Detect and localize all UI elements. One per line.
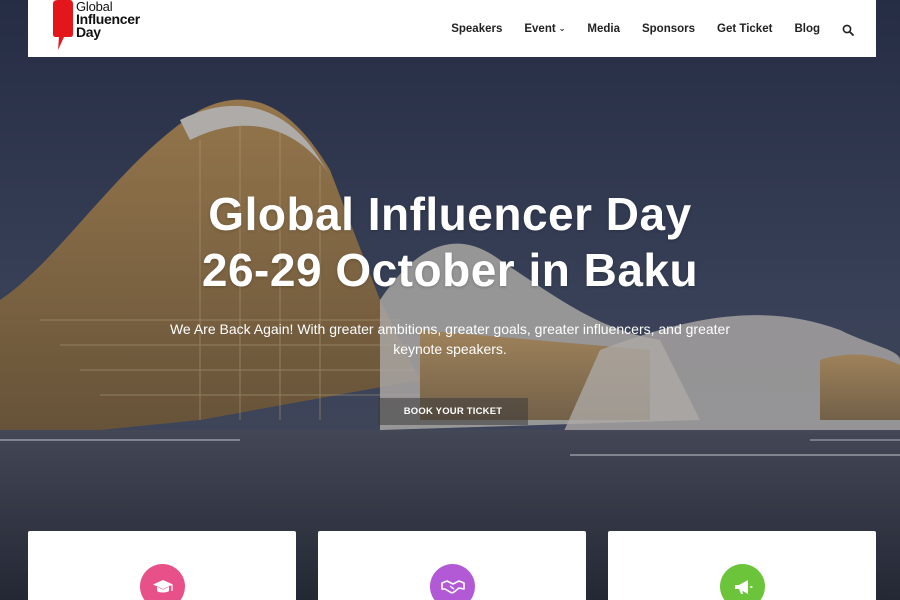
nav-item-get-ticket[interactable]: Get Ticket [717, 23, 772, 35]
feature-card-1 [28, 531, 296, 600]
nav-item-sponsors[interactable]: Sponsors [642, 23, 695, 35]
nav-item-label: Speakers [451, 22, 503, 35]
nav-item-label: Media [587, 22, 620, 35]
main-nav: Speakers Event ⌄ Media Sponsors Get Ticke… [429, 23, 854, 36]
chevron-down-icon: ⌄ [558, 24, 566, 33]
hero-title-line-2: 26-29 October in Baku [201, 244, 699, 296]
feature-card-2 [318, 531, 586, 600]
site-logo[interactable]: Global Influencer Day [52, 0, 140, 57]
handshake-icon [430, 564, 475, 600]
speech-bubble-logo-icon [52, 0, 74, 50]
graduation-cap-icon [140, 564, 185, 600]
nav-item-label: Sponsors [641, 22, 696, 35]
nav-item-label: Event [524, 22, 556, 35]
logo-wordmark: Global Influencer Day [76, 0, 140, 39]
nav-item-label: Blog [794, 22, 820, 35]
book-ticket-button[interactable]: BOOK YOUR TICKET [378, 398, 528, 425]
nav-item-event[interactable]: Event ⌄ [524, 23, 565, 35]
hero-title-line-1: Global Influencer Day [208, 188, 692, 240]
nav-item-blog[interactable]: Blog [794, 23, 820, 35]
nav-item-media[interactable]: Media [587, 23, 620, 35]
logo-line-day: Day [76, 24, 101, 40]
hero-title: Global Influencer Day 26-29 October in B… [0, 186, 900, 298]
nav-item-label: Get Ticket [717, 22, 773, 35]
feature-card-3 [608, 531, 876, 600]
megaphone-icon [720, 564, 765, 600]
hero-subtitle: We Are Back Again! With greater ambition… [169, 321, 731, 357]
site-header: Global Influencer Day Speakers Event ⌄ Me… [28, 0, 876, 57]
nav-item-speakers[interactable]: Speakers [451, 23, 502, 35]
search-icon[interactable] [842, 23, 854, 36]
hero-section [0, 0, 900, 600]
hero-overlay [0, 0, 900, 600]
